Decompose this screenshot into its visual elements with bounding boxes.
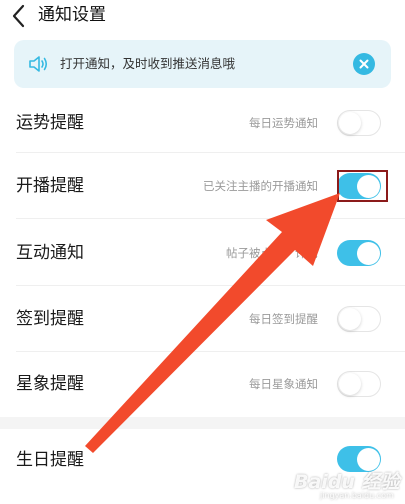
setting-row-checkin: 签到提醒 每日签到提醒: [0, 286, 405, 352]
close-icon: [359, 59, 369, 69]
fortune-reminder-toggle[interactable]: [337, 110, 381, 136]
astrology-reminder-toggle[interactable]: [337, 371, 381, 397]
setting-row-interaction: 互动通知 帖子被点赞、评论: [0, 219, 405, 286]
chevron-left-icon: [12, 4, 25, 28]
setting-row-astrology: 星象提醒 每日星象通知: [0, 352, 405, 417]
setting-description: 每日星象通知: [249, 377, 318, 391]
watermark-url: jingyan.baidu.com: [320, 491, 394, 500]
page-title: 通知设置: [38, 5, 106, 25]
header: 通知设置: [0, 0, 405, 38]
speaker-icon: [27, 53, 49, 75]
banner-text: 打开通知，及时收到推送消息哦: [60, 56, 236, 71]
setting-label: 运势提醒: [16, 113, 84, 133]
setting-description: 已关注主播的开播通知: [203, 179, 318, 193]
checkin-reminder-toggle[interactable]: [337, 306, 381, 332]
toggle-knob: [356, 447, 380, 471]
watermark-logo: Baidu 经验: [294, 471, 400, 493]
setting-label: 开播提醒: [16, 176, 84, 196]
notification-tip-banner: 打开通知，及时收到推送消息哦: [14, 40, 391, 88]
banner-close-button[interactable]: [353, 53, 375, 75]
section-separator: [0, 417, 405, 429]
toggle-knob: [339, 111, 361, 134]
birthday-reminder-toggle[interactable]: [337, 446, 381, 472]
toggle-knob: [356, 241, 380, 265]
setting-description: 每日签到提醒: [249, 312, 318, 326]
toggle-knob: [339, 372, 361, 395]
setting-description: 帖子被点赞、评论: [226, 246, 318, 260]
highlight-box: [337, 170, 388, 202]
back-button[interactable]: [6, 2, 32, 30]
toggle-knob: [339, 307, 361, 330]
setting-row-fortune: 运势提醒 每日运势通知: [0, 95, 405, 153]
setting-description: 每日运势通知: [249, 116, 318, 130]
setting-label: 互动通知: [16, 243, 84, 263]
interaction-notice-toggle[interactable]: [337, 240, 381, 266]
setting-label: 签到提醒: [16, 309, 84, 329]
setting-label: 生日提醒: [16, 450, 84, 470]
setting-label: 星象提醒: [16, 374, 84, 394]
baidu-watermark: Baidu 经验 jingyan.baidu.com: [290, 470, 402, 500]
